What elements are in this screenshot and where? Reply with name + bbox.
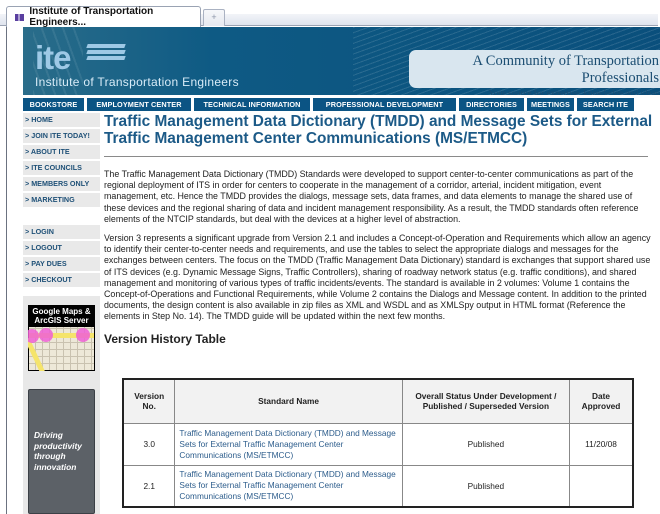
site-header-banner: ite Institute of Transportation Engineer… (23, 27, 660, 95)
sidebar-item-login[interactable]: > LOGIN (23, 225, 100, 239)
cell-standard-name-link[interactable]: Traffic Management Data Dictionary (TMDD… (174, 464, 403, 508)
nav-bookstore[interactable]: BOOKSTORE (23, 98, 84, 111)
version-paragraph: Version 3 represents a significant upgra… (104, 233, 651, 322)
nav-employment-center[interactable]: EMPLOYMENT CENTER (87, 98, 191, 111)
nav-directories[interactable]: DIRECTORIES (459, 98, 524, 111)
col-header-status: Overall Status Under Development / Publi… (401, 378, 571, 424)
col-header-version: Version No. (122, 378, 176, 424)
ad-drive-line: Driving (34, 430, 63, 440)
cell-version: 2.1 (122, 464, 176, 508)
main-content: Traffic Management Data Dictionary (TMDD… (104, 113, 656, 347)
sidebar-item-about-ite[interactable]: > ABOUT ITE (23, 145, 100, 159)
organization-name: Institute of Transportation Engineers (35, 75, 239, 89)
subtagline: Your source for expertise, knowledge and… (488, 88, 659, 95)
ad-drive-line: productivity (34, 440, 82, 451)
tagline-box: A Community of Transportation Profession… (409, 50, 660, 95)
sidebar-ad-area: Google Maps & ArcGIS Server Driving prod… (23, 296, 100, 514)
col-header-standard-name: Standard Name (174, 378, 403, 424)
new-tab-button[interactable]: + (203, 9, 225, 26)
sidebar-item-ite-councils[interactable]: > ITE COUNCILS (23, 161, 100, 175)
title-divider (104, 156, 648, 157)
sidebar-item-home[interactable]: > HOME (23, 113, 100, 127)
col-header-date-approved: Date Approved (569, 378, 634, 424)
nav-technical-information[interactable]: TECHNICAL INFORMATION (194, 98, 310, 111)
plus-icon: + (211, 12, 217, 22)
browser-tab[interactable]: Institute of Transportation Engineers... (6, 6, 201, 28)
ite-logo-bars-icon (86, 44, 126, 66)
ad-drive-text: Driving productivity through innovation (34, 430, 82, 472)
ad-drive-line: innovation (34, 461, 77, 472)
cell-standard-name-link[interactable]: Traffic Management Data Dictionary (TMDD… (174, 422, 403, 466)
intro-paragraph: The Traffic Management Data Dictionary (… (104, 169, 639, 224)
cell-date-approved (569, 464, 634, 508)
window-left-border (6, 27, 7, 514)
table-row: 2.1 Traffic Management Data Dictionary (… (122, 464, 634, 508)
browser-tab-strip: Institute of Transportation Engineers...… (0, 0, 660, 28)
ad-drive-line: through (34, 451, 66, 461)
left-sidebar: > HOME > JOIN ITE TODAY! > ABOUT ITE > I… (23, 113, 100, 289)
nav-search-ite[interactable]: SEARCH ITE (577, 98, 634, 111)
sidebar-item-pay-dues[interactable]: > PAY DUES (23, 257, 100, 271)
tagline: A Community of Transportation Profession… (472, 53, 659, 86)
cell-status: Published (401, 464, 571, 508)
cell-date-approved: 11/20/08 (569, 422, 634, 466)
page-title: Traffic Management Data Dictionary (TMDD… (104, 113, 653, 147)
sidebar-item-marketing[interactable]: > MARKETING (23, 193, 100, 207)
cell-version: 3.0 (122, 422, 176, 466)
driving-productivity-ad[interactable]: Driving productivity through innovation (28, 389, 95, 514)
ad-map-image (28, 327, 94, 371)
table-row: 3.0 Traffic Management Data Dictionary (… (122, 422, 634, 466)
map-marker-icon (76, 328, 90, 342)
map-marker-icon (39, 328, 53, 342)
nav-professional-development[interactable]: PROFESSIONAL DEVELOPMENT (313, 98, 456, 111)
ite-favicon-icon (15, 13, 25, 21)
google-maps-arcgis-ad[interactable]: Google Maps & ArcGIS Server (28, 305, 95, 371)
nav-meetings[interactable]: MEETINGS (527, 98, 574, 111)
ad-maps-title-line-2: ArcGIS Server (34, 316, 89, 325)
ite-logo[interactable]: ite (35, 41, 72, 74)
ad-maps-title: Google Maps & ArcGIS Server (28, 305, 95, 325)
version-history-title: Version History Table (104, 331, 226, 346)
ad-maps-title-line-1: Google Maps & (32, 307, 91, 316)
browser-tab-title: Institute of Transportation Engineers... (29, 6, 154, 28)
sidebar-item-logout[interactable]: > LOGOUT (23, 241, 100, 255)
map-marker-icon (28, 329, 39, 343)
version-history-table: Version No. Standard Name Overall Status… (122, 378, 634, 508)
sidebar-item-members-only[interactable]: > MEMBERS ONLY (23, 177, 100, 191)
sidebar-item-checkout[interactable]: > CHECKOUT (23, 273, 100, 287)
table-header-row: Version No. Standard Name Overall Status… (122, 378, 634, 424)
sidebar-item-join-ite[interactable]: > JOIN ITE TODAY! (23, 129, 100, 143)
top-navigation: BOOKSTORE EMPLOYMENT CENTER TECHNICAL IN… (23, 98, 660, 111)
cell-status: Published (401, 422, 571, 466)
